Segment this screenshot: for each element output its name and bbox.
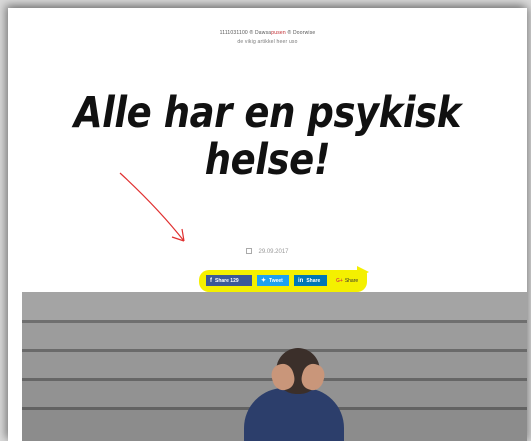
red-arrow-annotation [119, 172, 185, 242]
web-page: 1111031100 ® Dawsapusen ® Doorwise de vi… [8, 8, 527, 441]
